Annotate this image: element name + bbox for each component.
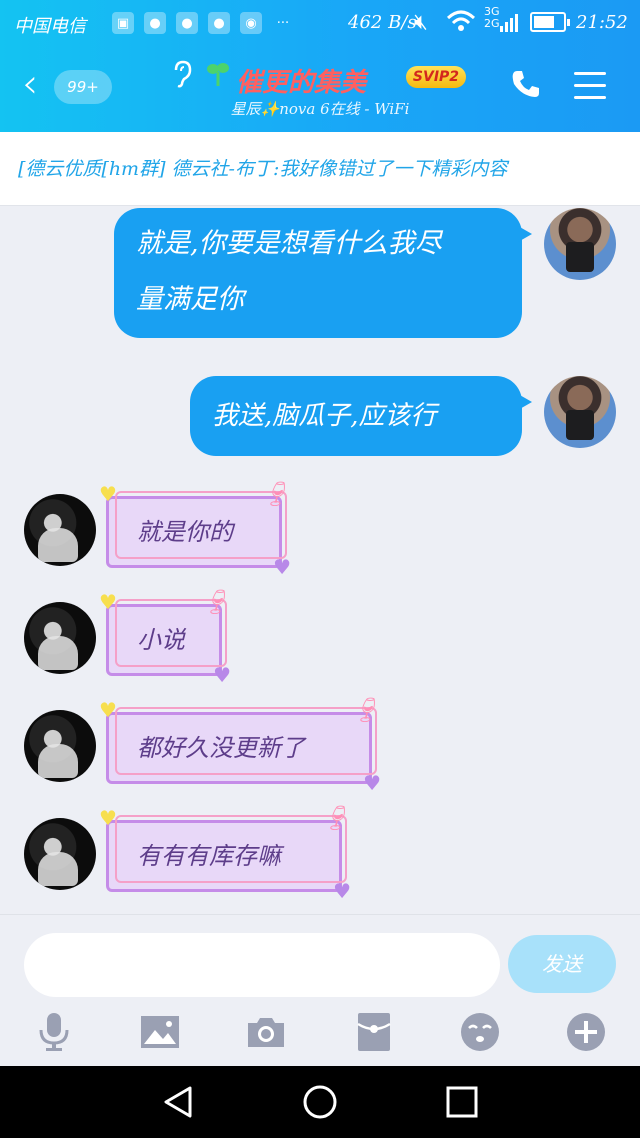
nav-recents-icon[interactable] [444,1084,480,1120]
message-bubble-received[interactable]: ♥ 🍷︎ ♥ 小说 [99,589,231,685]
contact-avatar[interactable] [24,602,96,674]
gallery-notification-icon: ▣ [112,12,134,34]
message-text: 量满足你 [136,284,244,315]
emoji-icon[interactable] [458,1011,502,1053]
contact-status: 星辰✨nova 6在线 - WiFi [230,100,410,118]
heart-icon: ♥ [99,698,117,722]
signal-icon [500,12,518,32]
carrier-label: 中国电信 [14,16,86,37]
message-input[interactable] [24,933,500,997]
status-bar: 中国电信 ▣ ● ● ● ◉ ··· 462 B/s 🔇︎ 3G 2G 21:5… [0,0,640,48]
wine-glass-icon: 🍷︎ [200,588,231,616]
contact-avatar[interactable] [24,818,96,890]
my-avatar[interactable] [544,376,616,448]
clock: 21:52 [576,12,628,33]
wine-glass-icon: 🍷︎ [260,480,291,508]
message-bubble-received[interactable]: ♥ 🍷︎ ♥ 就是你的 [99,481,291,577]
message-text: 小说 [137,626,185,654]
message-text: 有有有库存嘛 [137,842,281,870]
system-nav-bar [0,1066,640,1138]
heart-icon: ♥ [333,879,351,903]
contact-avatar[interactable] [24,494,96,566]
heart-icon: ♥ [99,806,117,830]
message-text: 就是,你要是想看什么我尽 [136,228,442,259]
network-speed: 462 B/s [348,12,417,33]
battery-icon [530,12,570,32]
contact-avatar[interactable] [24,710,96,782]
heart-icon: ♥ [363,771,381,795]
mute-icon: 🔇︎ [414,10,428,35]
phone-call-icon[interactable] [510,68,542,104]
heart-icon: ♥ [99,590,117,614]
group-notice[interactable]: [德云优质[hm群] 德云社-布丁:我好像错过了一下精彩内容 [0,132,640,206]
sprout-icon [206,60,230,94]
plus-icon[interactable] [564,1011,608,1053]
mic-icon[interactable] [32,1011,76,1053]
heart-icon: ♥ [213,663,231,687]
notification-icons: ▣ ● ● ● ◉ ··· [112,12,294,34]
app-notification-icon: ● [144,12,166,34]
image-icon[interactable] [138,1011,182,1053]
earpiece-mode-icon[interactable] [172,60,194,94]
top-bar: 中国电信 ▣ ● ● ● ◉ ··· 462 B/s 🔇︎ 3G 2G 21:5… [0,0,640,132]
message-bubble-received[interactable]: ♥ 🍷︎ ♥ 都好久没更新了 [99,697,381,793]
message-text: 就是你的 [137,518,233,546]
nav-home-icon[interactable] [302,1084,338,1120]
app-notification-icon-2: ● [176,12,198,34]
chat-title[interactable]: 催更的集美 [236,62,366,99]
message-bubble-received[interactable]: ♥ 🍷︎ ♥ 有有有库存嘛 [99,805,351,901]
nav-back-icon[interactable] [160,1084,196,1120]
send-button[interactable]: 发送 [508,935,616,993]
svip-badge: SVIP2 [406,66,466,88]
message-text: 我送,脑瓜子,应该行 [212,401,437,431]
message-bubble-sent[interactable]: 就是,你要是想看什么我尽 量满足你 [114,208,532,338]
message-bubble-sent[interactable]: 我送,脑瓜子,应该行 [190,376,532,456]
my-avatar[interactable] [544,208,616,280]
weibo-icon: ◉ [240,12,262,34]
heart-icon: ♥ [273,555,291,579]
heart-icon: ♥ [99,482,117,506]
red-packet-icon[interactable] [352,1011,396,1053]
chat-header: ‹ 99+ 催更的集美 SVIP2 星辰✨nova 6在线 - WiFi [0,48,640,132]
input-bar: 发送 [0,914,640,1066]
camera-icon[interactable] [244,1011,288,1053]
wine-glass-icon: 🍷︎ [350,696,381,724]
app-notification-icon-3: ● [208,12,230,34]
menu-icon[interactable] [574,72,606,108]
message-text: 都好久没更新了 [137,734,305,762]
more-notifications-icon: ··· [276,15,290,31]
wine-glass-icon: 🍷︎ [320,804,351,832]
wifi-icon [446,10,476,37]
